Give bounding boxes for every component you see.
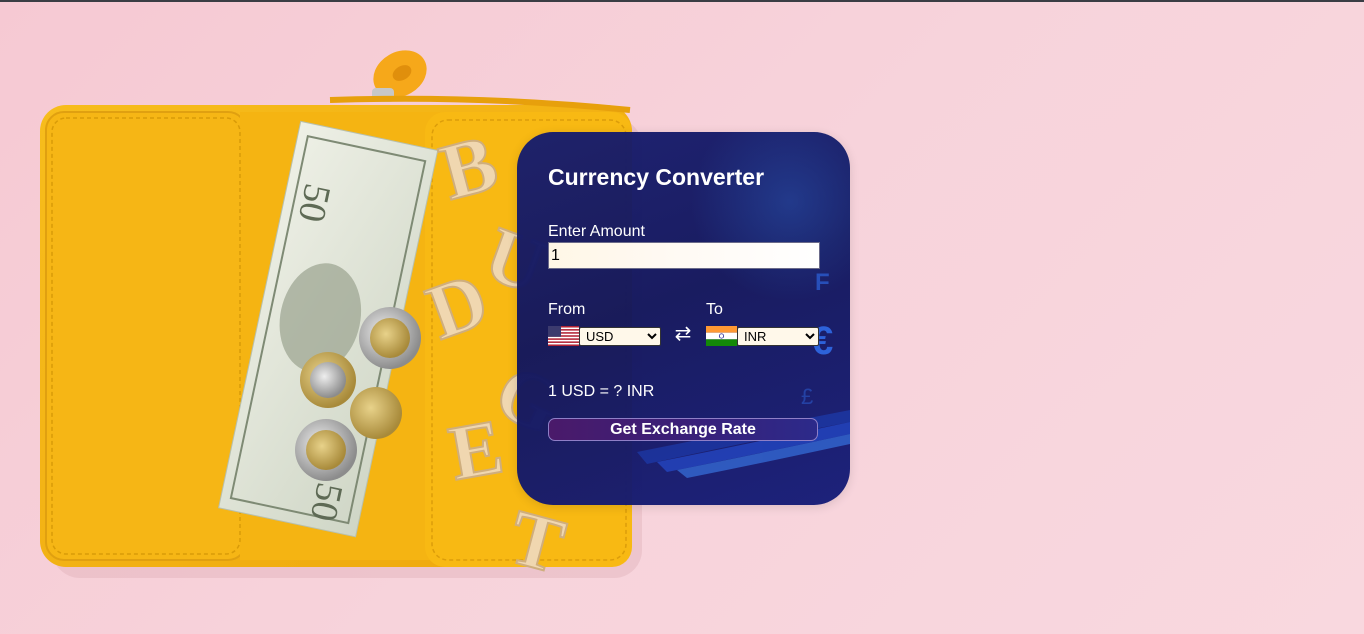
- swap-arrows-icon[interactable]: ⇄: [672, 323, 694, 345]
- get-exchange-rate-button[interactable]: Get Exchange Rate: [548, 418, 818, 441]
- amount-label: Enter Amount: [548, 223, 645, 240]
- from-label: From: [548, 301, 586, 318]
- us-flag-icon: [548, 326, 579, 346]
- india-flag-icon: [706, 326, 737, 346]
- svg-text:£: £: [801, 384, 813, 409]
- to-label: To: [706, 301, 723, 318]
- svg-text:F: F: [815, 269, 830, 296]
- to-currency-group: INR: [706, 326, 819, 346]
- from-currency-group: USD: [548, 326, 661, 346]
- page-title: Currency Converter: [548, 164, 765, 190]
- from-currency-select[interactable]: USD: [579, 326, 661, 346]
- amount-input[interactable]: [548, 242, 820, 269]
- exchange-rate-text: 1 USD = ? INR: [548, 383, 655, 400]
- currency-converter-card: F € £ Currency Converter Enter Amount Fr…: [517, 132, 850, 505]
- to-currency-select[interactable]: INR: [737, 326, 819, 346]
